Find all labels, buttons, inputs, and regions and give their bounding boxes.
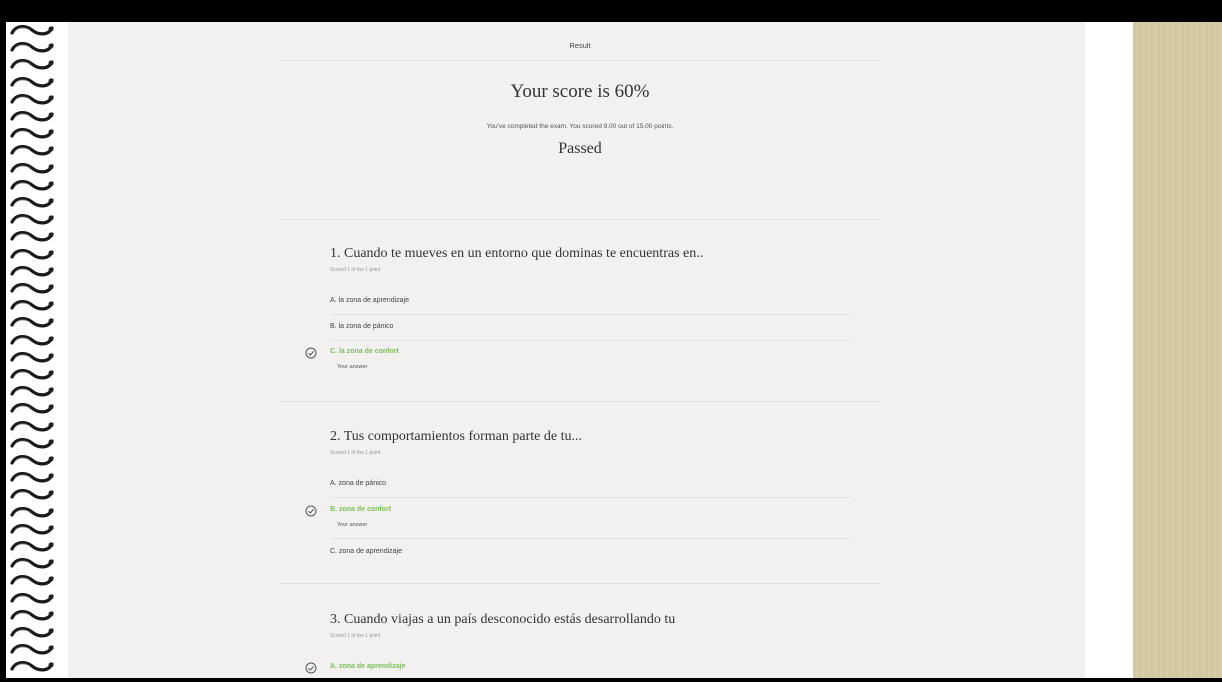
notebook: Result Your score is 60% You've complete… — [6, 22, 1222, 678]
answer-option-correct[interactable]: A. zona de aprendizaje — [330, 663, 852, 670]
spiral-ring-icon — [10, 42, 54, 53]
spiral-ring-icon — [10, 334, 54, 346]
answer-option[interactable]: A. zona de pánico — [330, 480, 852, 487]
spiral-ring-icon — [10, 145, 54, 156]
pass-status: Passed — [558, 140, 602, 157]
your-answer-label: Your answer — [337, 364, 368, 370]
check-circle-icon — [305, 347, 317, 359]
your-answer-label: Your answer — [337, 522, 368, 528]
option-divider — [330, 314, 852, 315]
spiral-ring-icon — [10, 231, 54, 242]
spiral-ring-icon — [10, 661, 54, 672]
section-divider — [280, 401, 880, 402]
question-title: 1. Cuando te mueves en un entorno que do… — [330, 246, 704, 261]
spiral-ring-icon — [10, 128, 54, 139]
result-page: Result Your score is 60% You've complete… — [68, 22, 1085, 678]
spiral-ring-icon — [10, 403, 54, 414]
question-title: 2. Tus comportamientos forman parte de t… — [330, 429, 582, 444]
spiral-ring-icon — [10, 541, 54, 552]
page-margin — [1085, 22, 1133, 678]
spiral-ring-icon — [10, 558, 54, 569]
spiral-ring-icon — [10, 592, 54, 604]
answer-option[interactable]: A. la zona de aprendizaje — [330, 297, 852, 304]
option-divider — [330, 538, 852, 539]
spiral-ring-icon — [10, 386, 54, 397]
spiral-ring-icon — [10, 437, 54, 449]
spiral-ring-icon — [10, 25, 54, 36]
option-divider — [330, 497, 852, 498]
spiral-ring-icon — [10, 609, 54, 621]
answer-option[interactable]: C. zona de aprendizaje — [330, 548, 852, 555]
check-circle-icon — [305, 662, 317, 674]
option-divider — [330, 340, 852, 341]
question-score: Scored 1 of the 1 point — [330, 450, 381, 456]
spiral-ring-icon — [10, 489, 54, 500]
spiral-ring-icon — [10, 317, 54, 328]
score-heading: Your score is 60% — [510, 81, 650, 102]
spiral-ring-icon — [10, 644, 54, 655]
screen-frame: Result Your score is 60% You've complete… — [0, 0, 1222, 682]
check-circle-icon — [305, 505, 317, 517]
question-score: Scored 1 of the 1 point — [330, 633, 381, 639]
result-header: Result — [280, 22, 880, 61]
spiral-ring-icon — [10, 369, 54, 380]
spiral-ring-icon — [10, 455, 54, 466]
spiral-ring-icon — [10, 283, 54, 294]
spiral-ring-icon — [10, 575, 54, 586]
section-divider — [280, 219, 880, 220]
answer-option[interactable]: B. la zona de pánico — [330, 323, 852, 330]
question-score: Scored 1 of the 1 point — [330, 267, 381, 273]
spiral-ring-icon — [10, 214, 54, 225]
result-summary: Result Your score is 60% You've complete… — [280, 22, 880, 158]
answer-option-correct[interactable]: B. zona de confort — [330, 506, 852, 513]
spiral-ring-icon — [10, 472, 54, 483]
notebook-edge — [1133, 22, 1222, 678]
spiral-ring-icon — [10, 76, 54, 88]
spiral-ring-icon — [10, 93, 54, 105]
spiral-ring-icon — [10, 197, 54, 208]
answer-option-correct[interactable]: C. la zona de confort — [330, 348, 852, 355]
spiral-ring-icon — [10, 111, 54, 122]
spiral-ring-icon — [10, 248, 54, 260]
spiral-ring-icon — [10, 506, 54, 518]
spiral-ring-icon — [10, 162, 54, 174]
spiral-binding — [6, 22, 68, 678]
spiral-ring-icon — [10, 265, 54, 277]
score-summary: You've completed the exam. You scored 9.… — [486, 123, 674, 130]
spiral-ring-icon — [10, 627, 54, 638]
section-divider — [280, 583, 880, 584]
question-title: 3. Cuando viajas a un país desconocido e… — [330, 612, 676, 627]
spiral-ring-icon — [10, 351, 54, 363]
spiral-ring-icon — [10, 523, 54, 535]
spiral-ring-icon — [10, 300, 54, 311]
spiral-ring-icon — [10, 179, 54, 191]
spiral-ring-icon — [10, 420, 54, 432]
spiral-ring-icon — [10, 59, 54, 70]
